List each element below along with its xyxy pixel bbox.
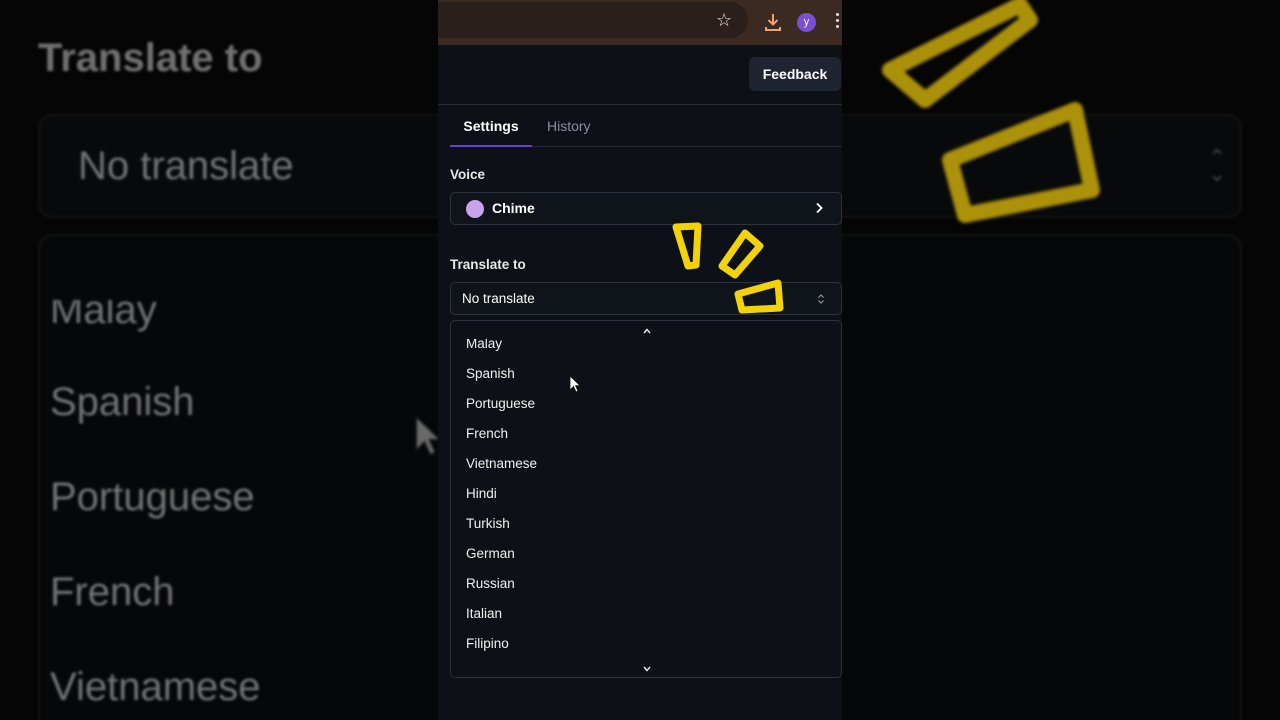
updown-chevron-icon [818, 294, 824, 304]
scroll-up-icon[interactable] [642, 327, 652, 335]
voice-name: Chime [492, 200, 535, 216]
mouse-cursor-icon [569, 375, 581, 393]
browser-toolbar: ☆ y [438, 0, 842, 45]
translate-selected-value: No translate [462, 291, 535, 306]
translate-label: Translate to [450, 257, 526, 272]
scroll-down-icon[interactable] [642, 665, 652, 673]
backdrop-title: Translate to [38, 36, 263, 80]
backdrop-select-value: No translate [78, 144, 294, 188]
backdrop-option: Spanish [50, 380, 195, 424]
backdrop-right: ⌃ ⌄ [842, 0, 1280, 720]
list-item[interactable]: Italian [466, 604, 502, 624]
star-icon[interactable]: ☆ [716, 11, 734, 29]
chevron-right-icon [816, 202, 823, 214]
tab-history[interactable]: History [547, 106, 591, 146]
backdrop-updown-icon: ⌃ ⌄ [1208, 145, 1227, 186]
translate-dropdown-list[interactable]: Malay Spanish Portuguese French Vietname… [450, 320, 842, 678]
list-item[interactable]: Vietnamese [466, 454, 537, 474]
list-item[interactable]: Malay [466, 339, 502, 354]
list-item[interactable]: Spanish [466, 364, 515, 384]
list-item[interactable]: French [466, 424, 508, 444]
list-item[interactable]: Portuguese [466, 394, 535, 414]
backdrop-list-right [842, 234, 1242, 720]
kebab-menu-icon[interactable] [836, 13, 840, 31]
list-item[interactable]: Turkish [466, 514, 510, 534]
voice-label: Voice [450, 167, 486, 182]
extension-panel: ☆ y Feedback Settings History Voice Chim… [438, 0, 842, 720]
voice-selector[interactable]: Chime [450, 192, 842, 225]
backdrop-select: No translate [38, 114, 438, 218]
translate-select[interactable]: No translate [450, 282, 842, 315]
tab-bar: Settings History [450, 106, 842, 147]
tab-settings[interactable]: Settings [450, 106, 532, 147]
divider [438, 104, 842, 105]
backdrop-zoom-right: ⌃ ⌄ [842, 0, 1280, 720]
feedback-button[interactable]: Feedback [749, 57, 841, 91]
list-item[interactable]: Hindi [466, 484, 497, 504]
backdrop-left: Translate to No translate Malay Spanish … [0, 0, 438, 720]
list-item[interactable]: Filipino [466, 634, 509, 654]
list-item[interactable]: German [466, 544, 515, 564]
backdrop-select-right [842, 114, 1242, 218]
backdrop-option: French [50, 570, 175, 614]
avatar[interactable]: y [797, 13, 816, 32]
backdrop-option: Vietnamese [50, 665, 261, 709]
backdrop-option: Portuguese [50, 475, 255, 519]
address-bar[interactable] [438, 2, 748, 38]
backdrop-zoom-left: Translate to No translate Malay Spanish … [0, 0, 438, 720]
download-icon[interactable] [764, 12, 782, 32]
backdrop-cursor-icon [415, 415, 438, 456]
voice-swatch [466, 200, 484, 218]
list-item[interactable]: Russian [466, 574, 515, 594]
